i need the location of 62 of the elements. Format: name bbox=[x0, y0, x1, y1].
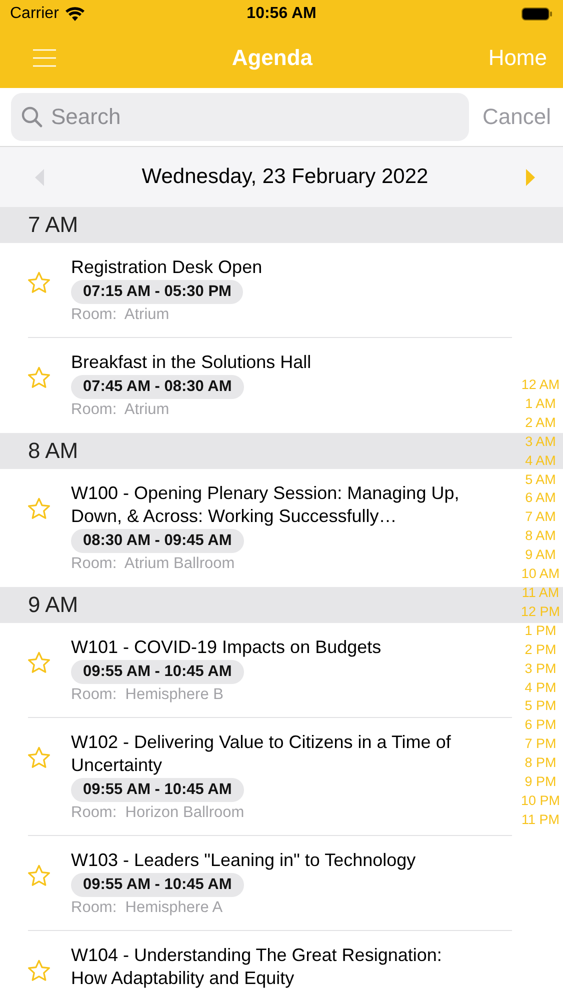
home-button[interactable]: Home bbox=[488, 45, 547, 71]
room-label: Room: Atrium Ballroom bbox=[71, 554, 235, 574]
hour-index-label[interactable]: 9 PM bbox=[524, 773, 556, 792]
wifi-icon bbox=[64, 6, 85, 22]
star-icon[interactable] bbox=[26, 650, 52, 676]
star-icon[interactable] bbox=[26, 270, 52, 296]
room-label: Room: Atrium bbox=[71, 305, 170, 325]
hour-index-label[interactable]: 10 PM bbox=[520, 792, 560, 811]
hour-index-label[interactable]: 7 AM bbox=[525, 508, 556, 528]
screen-title: Agenda bbox=[230, 45, 314, 71]
room-label: Room: Atrium bbox=[71, 400, 170, 420]
hour-index-label[interactable]: 4 AM bbox=[525, 452, 556, 471]
hour-index-label[interactable]: 4 PM bbox=[524, 678, 556, 698]
date-label: Wednesday, 23 February 2022 bbox=[140, 165, 430, 189]
session-title[interactable]: W101 - COVID-19 Impacts on Budgets bbox=[71, 636, 382, 659]
search-icon bbox=[21, 106, 43, 128]
session-title[interactable]: W103 - Leaders "Leaning in" to Technology bbox=[71, 849, 416, 872]
session-title[interactable]: W104 - Understanding The Great Resignation: How Adaptability and Equity bbox=[71, 944, 469, 990]
hour-index-label[interactable]: 9 AM bbox=[525, 546, 556, 566]
hour-index-label[interactable]: 10 AM bbox=[521, 565, 560, 584]
room-label: Room: Hemisphere B bbox=[71, 685, 224, 705]
star-icon[interactable] bbox=[26, 496, 52, 522]
status-time: 10:56 AM bbox=[246, 5, 316, 23]
session-title[interactable]: Breakfast in the Solutions Hall bbox=[71, 351, 312, 374]
hour-index-label[interactable]: 1 AM bbox=[525, 394, 556, 414]
hour-index-label[interactable]: 12 PM bbox=[520, 602, 560, 622]
session-title[interactable]: W102 - Delivering Value to Citizens in a Time of Uncertainty bbox=[71, 731, 469, 777]
hour-index-label[interactable]: 12 AM bbox=[521, 376, 560, 395]
hour-index-label[interactable]: 3 PM bbox=[524, 660, 556, 678]
hour-index-label[interactable]: 11 AM bbox=[522, 584, 560, 603]
section-header: 7 AM bbox=[0, 207, 563, 243]
hour-index-label[interactable]: 6 PM bbox=[524, 716, 556, 736]
time-range: 09:55 AM - 10:45 AM bbox=[71, 778, 244, 802]
time-range: 09:55 AM - 10:45 AM bbox=[71, 660, 244, 684]
hour-index-label[interactable]: 2 AM bbox=[525, 414, 556, 433]
menu-icon[interactable] bbox=[33, 49, 56, 67]
carrier-label: Carrier bbox=[10, 5, 59, 23]
hour-index-label[interactable]: 5 PM bbox=[524, 697, 556, 716]
room-label: Room: Horizon Ballroom bbox=[71, 803, 244, 823]
time-range: 07:45 AM - 08:30 AM bbox=[71, 375, 244, 399]
time-range: 07:15 AM - 05:30 PM bbox=[71, 280, 244, 304]
session-title[interactable]: W100 - Opening Plenary Session: Managing Up, Down, & Across: Working Successfully… bbox=[71, 482, 469, 528]
hour-index-label[interactable]: 8 AM bbox=[525, 527, 556, 546]
hour-index-label[interactable]: 1 PM bbox=[524, 622, 556, 641]
next-arrow-icon[interactable] bbox=[526, 168, 535, 186]
hour-index-label[interactable]: 7 PM bbox=[524, 735, 556, 754]
search-field[interactable]: Search bbox=[11, 93, 469, 141]
star-icon[interactable] bbox=[26, 863, 52, 889]
battery-icon bbox=[521, 6, 553, 22]
hour-index-label[interactable]: 2 PM bbox=[524, 640, 556, 660]
room-label: Room: Hemisphere A bbox=[71, 898, 223, 918]
star-icon[interactable] bbox=[26, 745, 52, 771]
hour-index-label[interactable]: 11 PM bbox=[521, 810, 560, 830]
hour-index-label[interactable]: 8 PM bbox=[524, 754, 556, 774]
star-icon[interactable] bbox=[26, 365, 52, 391]
time-range: 09:55 AM - 10:45 AM bbox=[71, 873, 244, 897]
time-range: 08:30 AM - 09:45 AM bbox=[71, 529, 244, 553]
hour-index-label[interactable]: 6 AM bbox=[525, 489, 556, 508]
hour-index-label[interactable]: 3 AM bbox=[525, 432, 556, 452]
star-icon[interactable] bbox=[26, 958, 52, 984]
hour-index-label[interactable]: 5 AM bbox=[525, 470, 556, 490]
session-title[interactable]: Registration Desk Open bbox=[71, 256, 262, 279]
